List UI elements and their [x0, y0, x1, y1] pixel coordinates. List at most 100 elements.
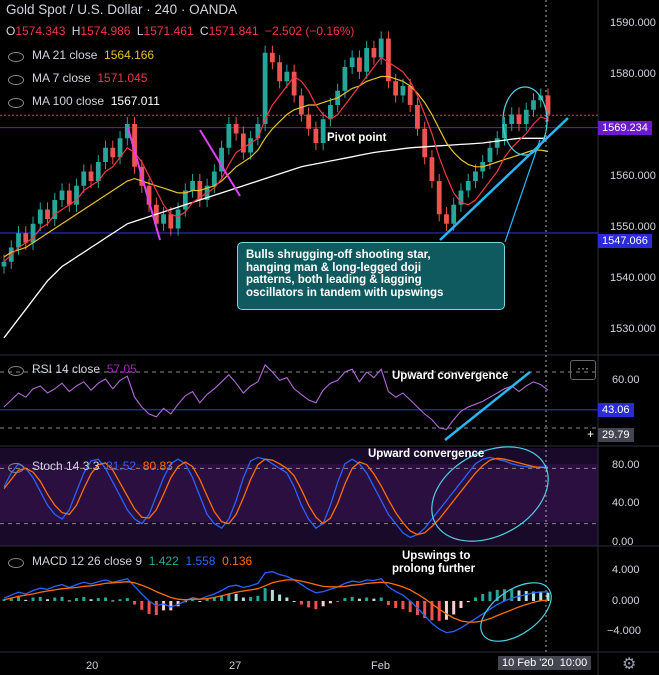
macd-legend[interactable]: MACD 12 26 close 9 1.422 1.558 0.136 [32, 554, 252, 568]
macd-hist-bar [31, 597, 35, 601]
macd-hist-bar [292, 601, 296, 602]
candle-body [487, 147, 493, 162]
macd-hist-bar [53, 597, 57, 601]
price-tag-pivot: 1569.234 [598, 121, 652, 135]
ma100-legend[interactable]: MA 100 close 1567.011 [32, 94, 160, 108]
macd-hist-bar [285, 597, 289, 601]
candle-body [255, 124, 261, 139]
macd-hist-bar [38, 596, 42, 601]
candle-body [407, 86, 413, 105]
macd-hist-bar [394, 601, 398, 609]
stoch-tick: 0.00 [612, 536, 634, 548]
macd-hist-bar [256, 595, 260, 601]
candle-body [451, 204, 457, 224]
macd-hist-bar [249, 596, 253, 601]
macd-hist-bar [328, 601, 332, 604]
macd-hist-bar [481, 593, 485, 601]
rsi-tag: 43.06 [598, 403, 634, 417]
macd-hist-bar [24, 599, 28, 601]
candle-body [509, 114, 515, 124]
callout-line: patterns, both leading & lagging [246, 274, 422, 286]
eye-icon[interactable] [8, 366, 24, 376]
candle-body [516, 114, 522, 124]
macd-hist-bar [336, 601, 340, 602]
candle-body [378, 38, 384, 58]
crosshair-plus-icon[interactable]: + [587, 427, 594, 441]
macd-title: MACD 12 26 close 9 [32, 554, 143, 568]
candle-body [110, 147, 116, 158]
stoch-d-value: 80.83 [142, 459, 173, 473]
candle-body [393, 81, 399, 96]
rsi-legend[interactable]: RSI 14 close 57.05 [32, 362, 137, 376]
macd-hist-bar [539, 592, 543, 601]
ma21-legend[interactable]: MA 21 close 1564.166 [32, 48, 154, 62]
macd-hist-bar [379, 597, 383, 601]
candle-body [240, 133, 246, 153]
eye-icon[interactable] [8, 75, 24, 85]
macd-tick: 0.000 [612, 595, 640, 607]
macd-hist-bar [234, 593, 238, 601]
macd-hist-bar [510, 589, 514, 601]
ma7-legend[interactable]: MA 7 close 1571.045 [32, 71, 147, 85]
macd-hist-bar [321, 601, 325, 607]
macd-hist-bar [473, 597, 477, 601]
candle-body [357, 57, 362, 72]
macd-hist-bar [67, 600, 71, 602]
candle-body [30, 223, 36, 243]
macd-hist-value: 1.422 [148, 554, 179, 568]
candle-body [328, 105, 333, 120]
stoch-legend[interactable]: Stoch 14 3 3 81.52 80.83 [32, 459, 173, 473]
analysis-callout: Bulls shrugging-off shooting star, hangi… [237, 242, 505, 310]
macd-hist-bar [307, 601, 311, 608]
macd-hist-bar [459, 601, 463, 609]
candle-body [465, 181, 471, 191]
macd-hist-bar [263, 588, 267, 601]
macd-hist-bar [140, 601, 144, 610]
ohlc-low-key: L [136, 24, 144, 38]
gear-icon[interactable]: ⚙ [622, 654, 636, 674]
ma7-value: 1571.045 [97, 71, 148, 85]
macd-hist-bar [147, 601, 151, 614]
macd-annotation-line1: Upswings to [402, 550, 471, 562]
more-options-icon[interactable]: ··· [570, 360, 596, 380]
ohlc-open-value: 1574.343 [15, 24, 66, 38]
candle-body [168, 214, 174, 229]
macd-annotation-line2: prolong further [392, 563, 476, 575]
candle-body [88, 171, 94, 181]
time-tick: Feb [371, 660, 390, 672]
rsi-trend-arrow [444, 371, 531, 441]
time-cursor-date: 10 Feb '20 [502, 657, 554, 669]
callout-line: hanging man & long-legged doji [246, 261, 422, 274]
time-cursor-label: 10 Feb '20 10:00 [498, 656, 592, 670]
macd-hist-bar [118, 599, 122, 601]
candle-body [306, 114, 312, 129]
eye-icon[interactable] [8, 52, 24, 62]
macd-hist-bar [488, 591, 492, 601]
macd-hist-bar [437, 601, 441, 621]
macd-hist-bar [46, 599, 50, 601]
macd-hist-bar [314, 601, 318, 610]
ma100-label: MA 100 close [32, 94, 105, 108]
candle-body [277, 62, 283, 82]
eye-icon[interactable] [8, 98, 24, 108]
macd-hist-bar [299, 601, 303, 605]
macd-highlight-ellipse [480, 582, 552, 642]
macd-hist-bar [444, 601, 448, 620]
candle-body [66, 190, 72, 205]
macd-hist-bar [502, 589, 506, 601]
macd-hist-bar [198, 601, 202, 602]
candle-body [371, 48, 377, 58]
candle-body [248, 138, 254, 153]
candle-body [211, 171, 217, 186]
macd-hist-bar [60, 596, 64, 601]
eye-icon[interactable] [8, 463, 24, 473]
ohlc-high-value: 1574.986 [80, 24, 131, 38]
macd-hist-bar [17, 596, 21, 601]
macd-hist-bar [82, 596, 86, 601]
eye-icon[interactable] [8, 558, 24, 568]
pivot-point-label: Pivot point [327, 132, 387, 144]
macd-hist-bar [401, 601, 405, 610]
stoch-tick: 80.00 [612, 459, 640, 471]
price-tick: 1560.000 [610, 170, 656, 182]
candle-body [226, 124, 232, 148]
